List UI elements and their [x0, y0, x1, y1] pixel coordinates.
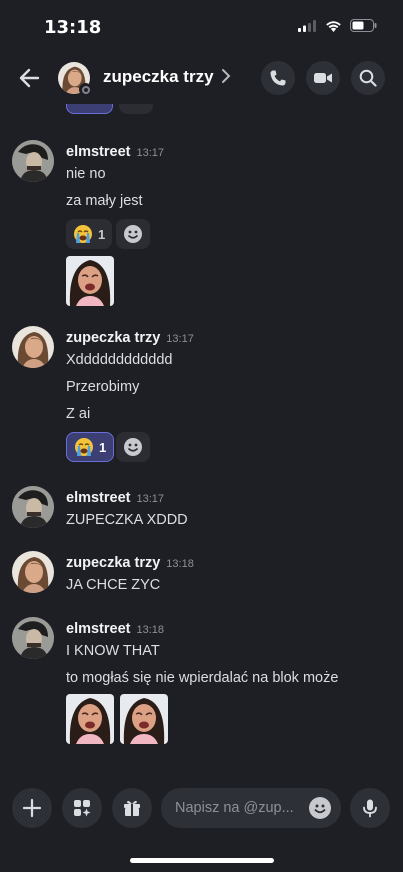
message-text: ZUPECZKA XDDD: [66, 512, 188, 528]
add-attachment-button[interactable]: [12, 788, 52, 828]
add-reaction-icon: [123, 437, 143, 457]
message-author[interactable]: elmstreet 13:17: [66, 144, 164, 160]
message-list[interactable]: elmstreet 13:17 nie no za mały jest 1 zup…: [0, 104, 403, 776]
video-camera-icon: [314, 73, 332, 83]
author-name[interactable]: zupeczka trzy: [66, 330, 160, 346]
message-input[interactable]: [175, 788, 305, 828]
author-name[interactable]: zupeczka trzy: [66, 555, 160, 571]
add-reaction-button[interactable]: [116, 219, 150, 249]
arrow-left-icon: [19, 68, 40, 88]
back-button[interactable]: [16, 64, 44, 92]
message-author[interactable]: zupeczka trzy 13:18: [66, 555, 194, 571]
phone-icon: [270, 70, 286, 86]
message-timestamp: 13:17: [136, 493, 165, 505]
add-reaction-icon: [123, 224, 143, 244]
apps-button[interactable]: [62, 788, 102, 828]
cellular-signal-icon: [298, 19, 316, 32]
message-timestamp: 13:17: [136, 147, 165, 159]
author-name[interactable]: elmstreet: [66, 490, 130, 506]
gift-icon: [124, 800, 140, 816]
channel-title[interactable]: zupeczka trzy: [103, 67, 214, 87]
video-call-button[interactable]: [306, 61, 340, 95]
reaction-button-active[interactable]: 1: [66, 432, 115, 462]
chevron-right-icon[interactable]: [221, 68, 231, 84]
message-author[interactable]: elmstreet 13:17: [66, 490, 164, 506]
voice-message-button[interactable]: [350, 788, 390, 828]
add-reaction-button[interactable]: [116, 432, 150, 462]
reaction-count: 1: [98, 226, 106, 242]
message-text: JA CHCE ZYC: [66, 577, 161, 593]
voice-call-button[interactable]: [261, 61, 295, 95]
search-button[interactable]: [351, 61, 385, 95]
message-author[interactable]: zupeczka trzy 13:17: [66, 330, 194, 346]
battery-icon: [350, 19, 377, 32]
avatar[interactable]: [12, 551, 54, 593]
message-text: Xdddddddddddd: [66, 352, 173, 368]
gift-button[interactable]: [112, 788, 152, 828]
search-icon: [359, 69, 377, 87]
avatar[interactable]: [12, 326, 54, 368]
author-name[interactable]: elmstreet: [66, 621, 130, 637]
avatar[interactable]: [12, 140, 54, 182]
crying-emoji-icon: [74, 437, 94, 457]
author-name[interactable]: elmstreet: [66, 144, 130, 160]
message-timestamp: 13:18: [136, 624, 165, 636]
wifi-icon: [326, 20, 341, 32]
reaction-button[interactable]: 1: [66, 219, 113, 249]
avatar[interactable]: [12, 486, 54, 528]
header-avatar[interactable]: [58, 62, 92, 96]
message-text: Z ai: [66, 406, 91, 422]
status-icons: [298, 19, 377, 32]
microphone-icon: [363, 799, 377, 818]
crying-emoji-icon: [73, 224, 93, 244]
apps-icon: [74, 800, 91, 817]
emoji-icon: [314, 804, 326, 814]
message-timestamp: 13:17: [166, 333, 194, 345]
message-text: Przerobimy: [66, 379, 140, 395]
message-input-box[interactable]: [161, 788, 341, 828]
sticker[interactable]: [66, 694, 114, 744]
emoji-button[interactable]: [309, 797, 331, 819]
reaction-count: 1: [99, 439, 107, 455]
avatar[interactable]: [12, 617, 54, 659]
message-timestamp: 13:18: [166, 558, 194, 570]
reaction-partial[interactable]: [66, 104, 113, 114]
message-text: to mogłaś się nie wpierdalać na blok moż…: [66, 670, 339, 686]
channel-header: zupeczka trzy: [0, 54, 403, 104]
sticker[interactable]: [120, 694, 168, 744]
status-time: 13:18: [44, 17, 102, 38]
message-author[interactable]: elmstreet 13:18: [66, 621, 164, 637]
home-indicator[interactable]: [130, 858, 274, 863]
status-offline-icon: [79, 83, 92, 96]
sticker[interactable]: [66, 256, 114, 306]
status-bar: 13:18: [0, 0, 403, 54]
message-text: za mały jest: [66, 193, 143, 209]
add-reaction-partial[interactable]: [119, 104, 153, 114]
plus-icon: [22, 798, 42, 818]
message-text: nie no: [66, 166, 106, 182]
message-text: I KNOW THAT: [66, 643, 160, 659]
